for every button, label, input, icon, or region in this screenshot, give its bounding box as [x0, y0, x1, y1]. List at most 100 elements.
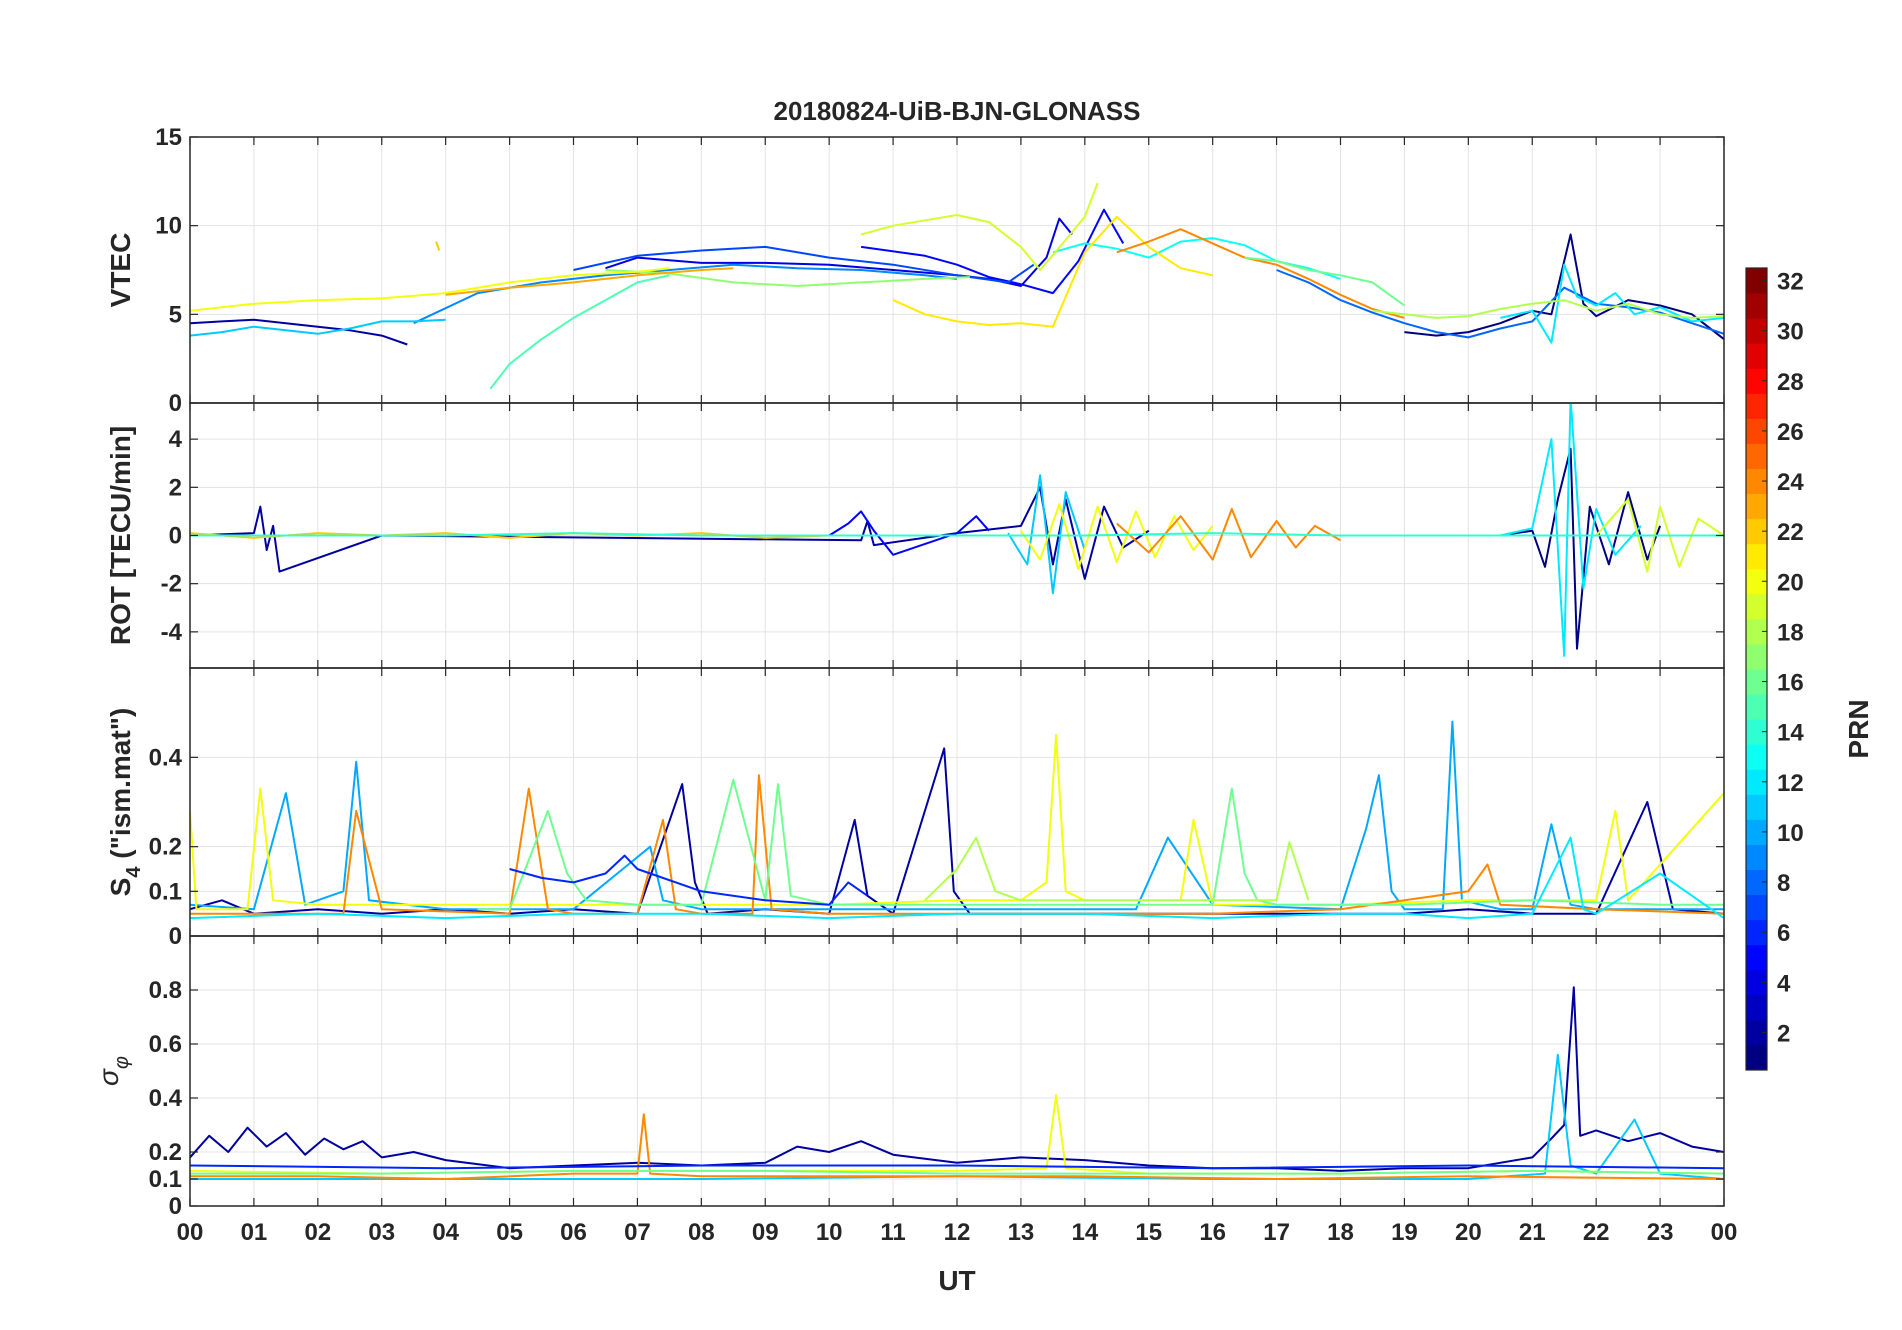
colorbar-tick-label: 28: [1777, 369, 1804, 396]
x-tick-label: 11: [880, 1219, 905, 1246]
panel-vtec: 0 5 10 15 VTEC: [105, 124, 1725, 417]
x-tick-label: 00: [177, 1219, 204, 1246]
x-tick-label: 00: [1711, 1219, 1738, 1246]
colorbar-segment: [1746, 543, 1767, 570]
colorbar-tick-label: 18: [1777, 619, 1804, 646]
colorbar-segment: [1746, 443, 1767, 469]
colorbar-segment: [1746, 1044, 1767, 1071]
x-tick-label: 01: [241, 1219, 268, 1246]
colorbar-label: PRN: [1843, 699, 1874, 758]
x-tick-label: 23: [1647, 1219, 1674, 1246]
panels: 051015VTEC-4-2024ROT [TECU/min]00.10.20.…: [93, 124, 1725, 1220]
colorbar-segment: [1746, 593, 1767, 620]
y-axis-label-sub: φ: [111, 1056, 133, 1069]
x-tick-label: 05: [496, 1219, 523, 1246]
series-prn-5: [765, 510, 990, 556]
x-tick-label: 10: [816, 1219, 843, 1246]
x-tick-label: 21: [1519, 1219, 1546, 1246]
y-tick-label: 10: [155, 213, 182, 240]
y-tick-label: 0.4: [149, 1085, 183, 1112]
colorbar-segment: [1746, 643, 1767, 670]
colorbar-segment: [1746, 393, 1767, 419]
y-tick-label: 0: [169, 1193, 182, 1220]
colorbar-tick-label: 24: [1777, 469, 1804, 496]
y-axis-label-main: S: [105, 878, 136, 897]
series-prn-16: [1244, 256, 1405, 307]
grid: [189, 136, 1725, 404]
y-tick-label: 0.4: [149, 744, 183, 771]
colorbar-segment: [1746, 343, 1767, 369]
x-tick-label: 12: [944, 1219, 971, 1246]
x-tick-label: 04: [432, 1219, 459, 1246]
y-tick-label: 0.6: [149, 1031, 182, 1058]
colorbar-segment: [1746, 293, 1767, 319]
panel-s4: 0 0.1 0.2 0.4S4 ("ism.mat"): [105, 667, 1725, 950]
x-tick-label: 22: [1583, 1219, 1610, 1246]
y-tick-label: 0.1: [149, 1166, 182, 1193]
y-tick-label: 15: [155, 124, 182, 151]
x-tick-label: 08: [688, 1219, 715, 1246]
colorbar-segment: [1746, 744, 1767, 770]
colorbar: 2468101214161820222426283032PRN: [1745, 267, 1874, 1071]
colorbar-segment: [1746, 994, 1767, 1021]
y-tick-label: 0: [169, 390, 182, 417]
colorbar-segment: [1746, 844, 1767, 870]
series-prn-24: [1116, 228, 1405, 319]
series-prn-22: [435, 241, 441, 251]
colorbar-segment: [1746, 894, 1767, 921]
colorbar-tick-label: 16: [1777, 670, 1804, 697]
x-tick-label: 06: [560, 1219, 587, 1246]
y-axis-label: S4 ("ism.mat"): [105, 708, 145, 897]
y-tick-label: -2: [161, 571, 182, 598]
colorbar-tick-label: 26: [1777, 419, 1804, 446]
panel-rot: -4 -2 0 2 4 ROT [TECU/min]: [105, 402, 1725, 669]
x-tick-label: 03: [368, 1219, 395, 1246]
x-tick-label: 13: [1008, 1219, 1035, 1246]
colorbar-tick-label: 32: [1777, 269, 1804, 296]
x-tick-label: 15: [1135, 1219, 1162, 1246]
x-tick-label: 07: [624, 1219, 651, 1246]
colorbar-tick-label: 22: [1777, 519, 1804, 546]
series-prn-8: [1276, 269, 1724, 339]
colorbar-segment: [1746, 944, 1767, 971]
x-tick-label: 02: [304, 1219, 331, 1246]
y-axis-label-main: σ: [93, 1068, 124, 1086]
y-tick-label: 0.1: [149, 878, 182, 905]
series-prn-13: [1052, 237, 1341, 280]
y-tick-label: 2: [169, 474, 182, 501]
panel-sigma-phi: 00.10.2 0.4 0.6 0.8 σφ: [93, 935, 1725, 1220]
colorbar-tick-label: 14: [1777, 720, 1804, 747]
y-tick-label: -4: [161, 619, 183, 646]
x-tick-label: 18: [1327, 1219, 1354, 1246]
y-axis-label: σφ: [93, 1056, 133, 1086]
colorbar-tick-label: 6: [1777, 920, 1790, 947]
colorbar-tick-label: 10: [1777, 820, 1804, 847]
chart-title: 20180824-UiB-BJN-GLONASS: [773, 96, 1140, 126]
colorbar-segment: [1746, 794, 1767, 820]
y-tick-label: 0: [169, 523, 182, 550]
y-tick-label: 4: [169, 426, 183, 453]
chart: 20180824-UiB-BJN-GLONASS 051015VTEC-4-20…: [93, 96, 1874, 1296]
y-tick-label: 0.2: [149, 834, 182, 861]
x-axis-label: UT: [938, 1265, 975, 1296]
x-tick-label: 17: [1263, 1219, 1290, 1246]
series-prn-19: [860, 182, 1099, 271]
y-axis-label-main: ROT [TECU/min]: [105, 426, 136, 645]
colorbar-tick-label: 12: [1777, 770, 1804, 797]
y-axis-label: ROT [TECU/min]: [105, 426, 136, 645]
x-axis: 00 01 02 03 04 05 06 07 08 09 10 11 12 13 14 15 16 17 18 19…: [177, 1219, 1738, 1246]
x-tick-label: 20: [1455, 1219, 1482, 1246]
x-tick-label: 19: [1391, 1219, 1418, 1246]
y-axis-label-main: VTEC: [105, 233, 136, 308]
colorbar-tick-label: 8: [1777, 870, 1790, 897]
series-prn-15: [489, 274, 670, 390]
y-axis-label: VTEC: [105, 233, 136, 308]
y-axis-label-tail: ("ism.mat"): [105, 708, 136, 867]
y-tick-label: 0: [169, 923, 182, 950]
x-tick-label: 14: [1071, 1219, 1098, 1246]
colorbar-tick-label: 2: [1777, 1020, 1790, 1047]
y-tick-label: 5: [169, 301, 182, 328]
x-tick-label: 09: [752, 1219, 779, 1246]
x-tick-label: 16: [1199, 1219, 1226, 1246]
colorbar-tick-label: 30: [1777, 319, 1804, 346]
